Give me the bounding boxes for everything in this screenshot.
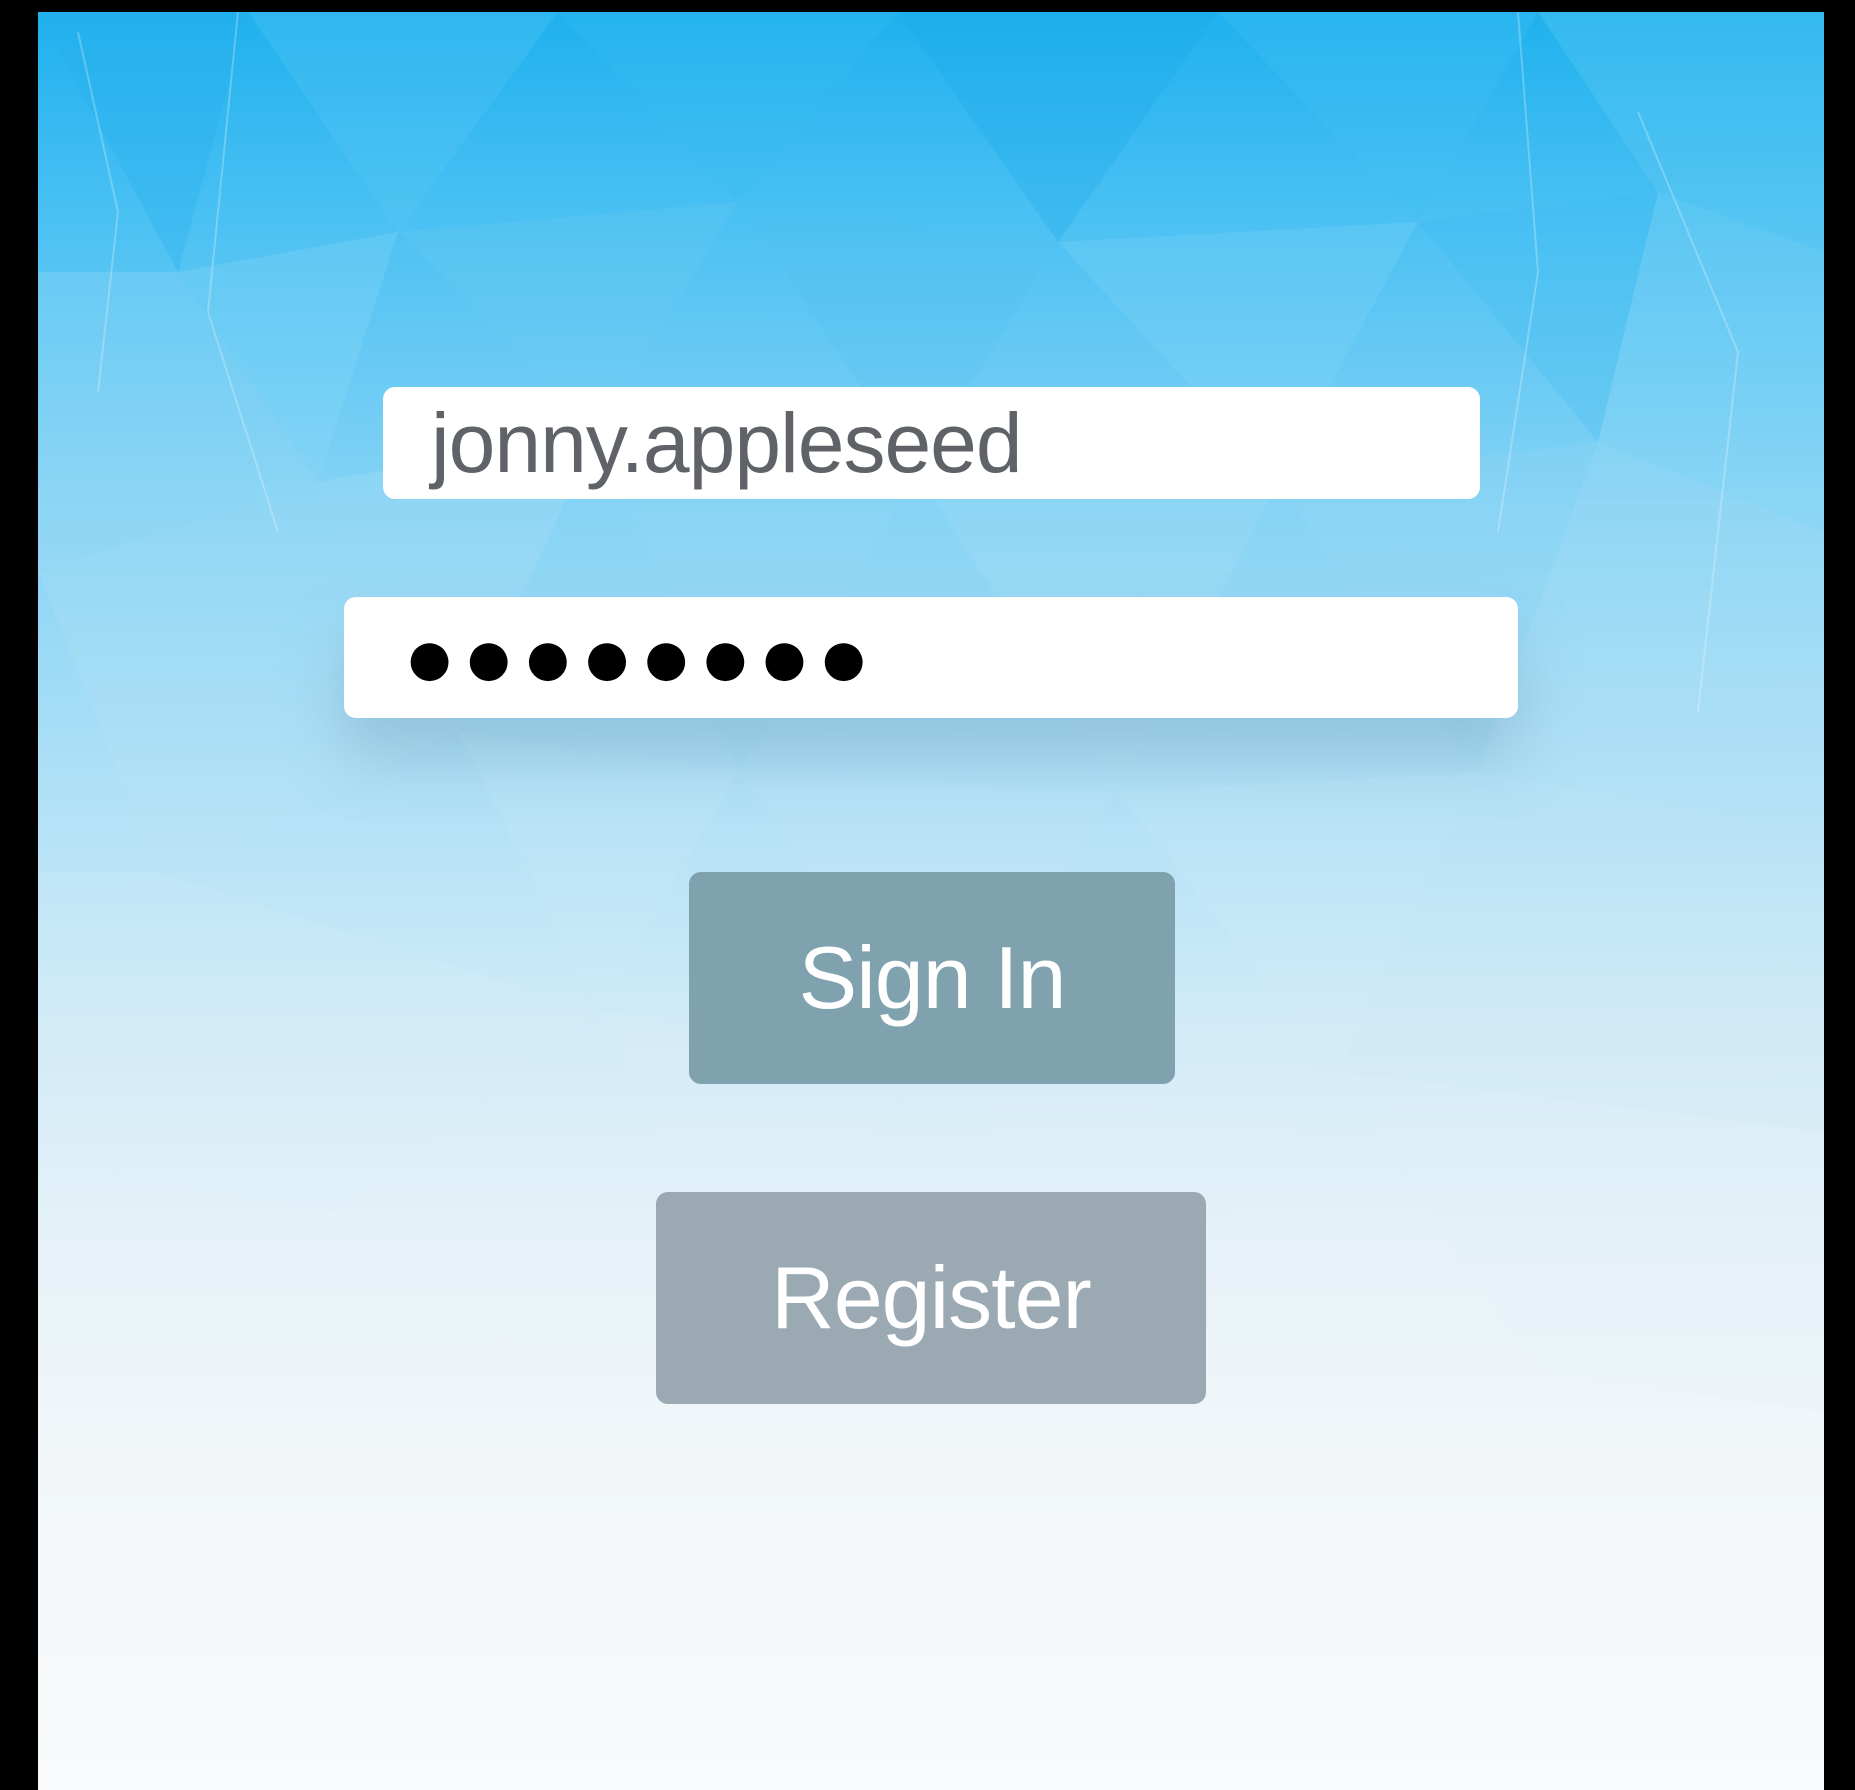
username-field[interactable]: jonny.appleseed <box>383 387 1480 499</box>
password-masked-value: ●●●●●●●● <box>403 607 877 706</box>
register-button[interactable]: Register <box>656 1192 1206 1404</box>
sign-in-label: Sign In <box>798 928 1067 1027</box>
sign-in-button[interactable]: Sign In <box>689 872 1175 1084</box>
login-screen: jonny.appleseed ●●●●●●●● Sign In Registe… <box>38 12 1824 1790</box>
password-field[interactable]: ●●●●●●●● <box>344 597 1518 718</box>
register-label: Register <box>771 1248 1092 1347</box>
username-value: jonny.appleseed <box>431 396 1023 490</box>
